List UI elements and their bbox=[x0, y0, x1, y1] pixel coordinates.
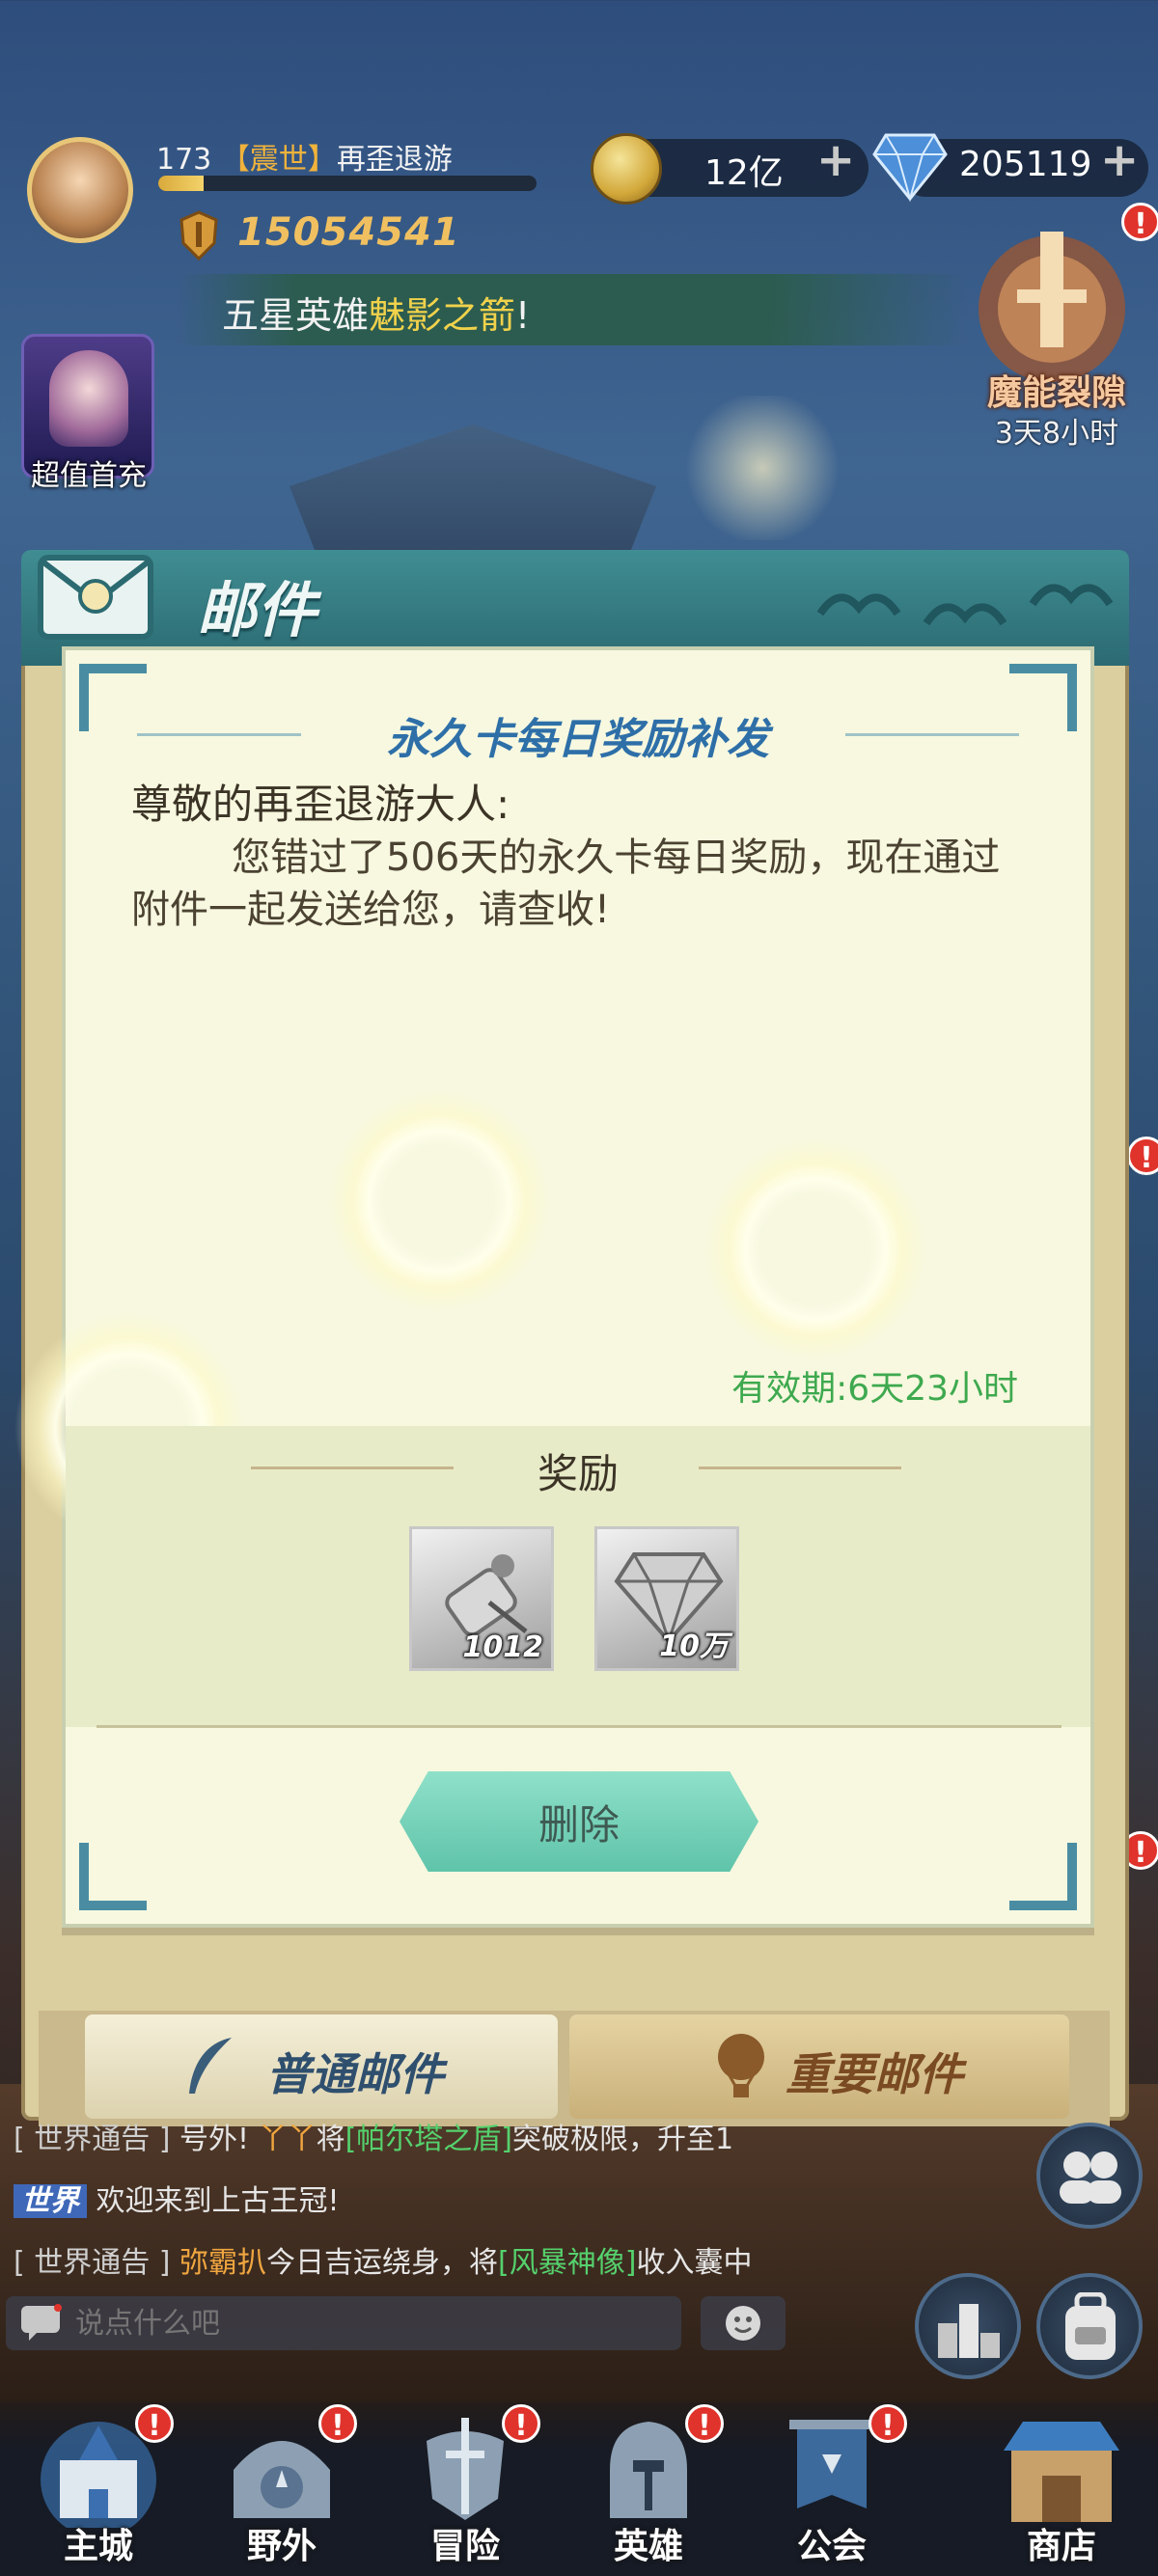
ranking-button[interactable] bbox=[915, 2273, 1021, 2379]
nav-shop-label: 商店 bbox=[1026, 2527, 1096, 2566]
nav-shop[interactable]: 商店 bbox=[975, 2402, 1148, 2574]
friends-button[interactable] bbox=[1036, 2123, 1143, 2229]
chat-message[interactable]: 世界 欢迎来到上古王冠! bbox=[14, 2177, 340, 2219]
notice-prefix: 五星英雄 bbox=[222, 294, 370, 337]
nav-field[interactable]: 野外 ! bbox=[195, 2402, 369, 2574]
combat-power-value: 15054541 bbox=[237, 210, 460, 255]
nav-alert-badge: ! bbox=[502, 2404, 540, 2443]
quill-icon bbox=[189, 2038, 232, 2094]
backpack-icon bbox=[1065, 2292, 1116, 2360]
side-alert-badge: ! bbox=[1127, 1137, 1158, 1175]
smiley-icon bbox=[726, 2306, 760, 2341]
add-gold-button[interactable]: + bbox=[816, 133, 855, 187]
nav-main-city-label: 主城 bbox=[63, 2527, 133, 2566]
friends-icon bbox=[1060, 2151, 1121, 2204]
nav-heroes[interactable]: 英雄 ! bbox=[562, 2402, 735, 2574]
magic-rift-icon[interactable] bbox=[975, 212, 1129, 386]
chat-message[interactable]: [ 世界通告 ] 弥霸扒今日吉运绕身，将[风暴神像]收入囊中 bbox=[14, 2238, 752, 2281]
nav-main-city[interactable]: 主城 ! bbox=[12, 2402, 185, 2574]
chat-bubble-icon bbox=[21, 2304, 62, 2341]
corner-ornament bbox=[79, 1843, 147, 1910]
chat-item-name: [帕尔塔之盾] bbox=[345, 2123, 513, 2156]
emoji-button[interactable] bbox=[701, 2296, 786, 2350]
podium-icon bbox=[938, 2304, 1000, 2358]
chat-player-name: 丫丫 bbox=[258, 2123, 317, 2156]
add-diamond-button[interactable]: + bbox=[1100, 133, 1139, 187]
nav-heroes-label: 英雄 bbox=[613, 2527, 683, 2566]
nav-alert-badge: ! bbox=[685, 2404, 724, 2443]
nav-field-label: 野外 bbox=[246, 2527, 317, 2566]
xp-bar-fill bbox=[158, 176, 205, 191]
chat-tag: [ 世界通告 ] bbox=[14, 2123, 171, 2156]
first-recharge-label: 超值首充 bbox=[31, 459, 147, 493]
sparkle-effect bbox=[328, 1090, 550, 1312]
reward-item-diamond[interactable]: 10万 bbox=[594, 1526, 739, 1671]
notice-text: 五星英雄魅影之箭! bbox=[222, 286, 530, 339]
nav-alert-badge: ! bbox=[868, 2404, 907, 2443]
chat-text: 将 bbox=[316, 2123, 345, 2156]
nav-guild[interactable]: 公会 ! bbox=[745, 2402, 919, 2574]
first-recharge-hero-icon bbox=[49, 350, 128, 447]
envelope-icon bbox=[38, 555, 153, 640]
corner-ornament bbox=[1009, 1843, 1077, 1910]
chat-input[interactable] bbox=[6, 2296, 681, 2350]
nav-alert-badge: ! bbox=[318, 2404, 357, 2443]
mail-expiry: 有效期:6天23小时 bbox=[731, 1369, 1018, 1409]
gold-coin-icon bbox=[591, 133, 662, 205]
chat-text: 号外! bbox=[179, 2123, 259, 2156]
player-level: 173 bbox=[156, 143, 212, 177]
notice-suffix: ! bbox=[515, 294, 531, 337]
notice-hero-name: 魅影之箭 bbox=[369, 294, 516, 337]
mail-window-title: 邮件 bbox=[197, 575, 317, 645]
nav-adventure[interactable]: 冒险 ! bbox=[378, 2402, 552, 2574]
player-avatar[interactable] bbox=[27, 137, 133, 243]
mail-subject: 永久卡每日奖励补发 bbox=[387, 715, 769, 764]
world-channel-tag: 世界 bbox=[14, 2184, 87, 2218]
nav-guild-label: 公会 bbox=[796, 2527, 867, 2566]
reward-item-scroll[interactable]: 1012 bbox=[409, 1526, 554, 1671]
reward-item-count: 10万 bbox=[659, 1630, 729, 1663]
reward-item-count: 1012 bbox=[462, 1631, 544, 1664]
mail-body: 您错过了506天的永久卡每日奖励，现在通过附件一起发送给您，请查收! bbox=[131, 836, 1001, 932]
combat-power-icon bbox=[179, 210, 218, 260]
balloon-icon bbox=[718, 2034, 764, 2097]
backpack-button[interactable] bbox=[1036, 2273, 1143, 2379]
diamond-icon bbox=[872, 133, 948, 203]
reward-divider bbox=[96, 1725, 1062, 1728]
birds-decoration-icon bbox=[816, 584, 1114, 626]
chat-player-name: 弥霸扒 bbox=[179, 2246, 267, 2280]
magic-rift-countdown: 3天8小时 bbox=[994, 417, 1119, 451]
mail-greeting: 尊敬的再歪退游大人: bbox=[131, 781, 510, 828]
tab-normal-mail[interactable]: 普通邮件 bbox=[85, 2014, 558, 2119]
chat-tag: [ 世界通告 ] bbox=[14, 2246, 171, 2280]
chat-text: 欢迎来到上古王冠! bbox=[96, 2184, 340, 2218]
background-constellation bbox=[656, 396, 868, 540]
magic-rift-label: 魔能裂隙 bbox=[986, 373, 1126, 413]
diamond-amount: 205119 bbox=[959, 145, 1092, 184]
player-name: 再歪退游 bbox=[336, 143, 453, 177]
reward-title: 奖励 bbox=[537, 1450, 619, 1497]
player-info: 173 【震世】再歪退游 bbox=[156, 135, 453, 178]
chat-item-name: [风暴神像] bbox=[498, 2246, 637, 2280]
chat-message[interactable]: [ 世界通告 ] 号外! 丫丫将[帕尔塔之盾]突破极限，升至1 bbox=[14, 2115, 733, 2157]
guild-tag: 【震世】 bbox=[220, 143, 337, 177]
tab-normal-mail-label: 普通邮件 bbox=[266, 2048, 444, 2100]
chat-text: 今日吉运绕身，将 bbox=[266, 2246, 499, 2280]
delete-button[interactable]: 删除 bbox=[400, 1771, 758, 1872]
chat-text: 突破极限，升至1 bbox=[512, 2123, 734, 2156]
gold-amount: 12亿 bbox=[704, 153, 784, 193]
tab-important-mail[interactable]: 重要邮件 bbox=[569, 2014, 1069, 2119]
tab-important-mail-label: 重要邮件 bbox=[786, 2048, 963, 2100]
shop-icon bbox=[1004, 2422, 1119, 2522]
nav-adventure-label: 冒险 bbox=[429, 2527, 500, 2566]
chat-text: 收入囊中 bbox=[636, 2246, 753, 2280]
nav-alert-badge: ! bbox=[135, 2404, 174, 2443]
xp-bar bbox=[158, 176, 537, 191]
sparkle-effect bbox=[704, 1138, 926, 1360]
